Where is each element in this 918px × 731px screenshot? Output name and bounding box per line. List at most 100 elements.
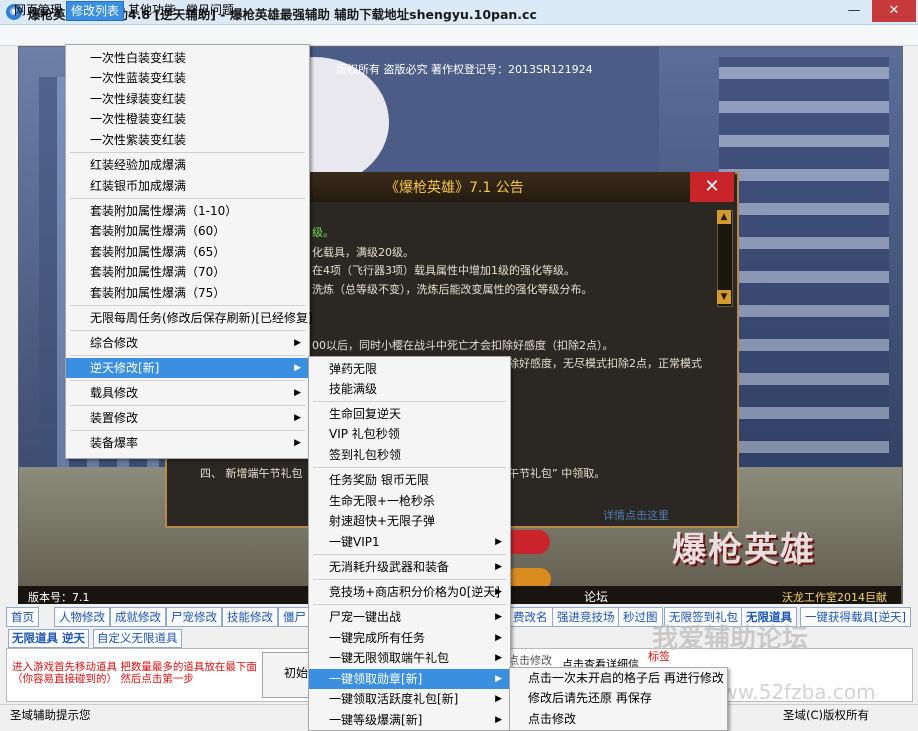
- submenu-upgrade[interactable]: 无消耗升级武器和装备 ▶: [309, 557, 510, 577]
- menu-item[interactable]: 点击修改: [510, 709, 576, 729]
- notice-line: 午节礼包” 中领取。: [508, 467, 606, 480]
- submenu-arrow-icon: ▶: [294, 413, 301, 423]
- studio-credit: 沃龙工作室2014巨献: [782, 591, 887, 604]
- tab-character[interactable]: 人物修改: [54, 607, 110, 627]
- menu-item[interactable]: 套装附加属性爆满（60）: [66, 221, 225, 241]
- submenu-arena-shop[interactable]: 竞技场+商店积分价格为0[逆天] ▶: [309, 582, 510, 602]
- submenu-arrow-icon: ▶: [495, 694, 502, 704]
- menu-item[interactable]: 一次性绿装变红装: [66, 89, 186, 109]
- notice-line: 除好感度，无尽模式扣除2点，正常模式: [508, 357, 702, 370]
- menu-item[interactable]: 生命无限+一枪秒杀: [309, 491, 435, 511]
- tab-rename[interactable]: 费改名: [508, 607, 553, 627]
- submenu-label: 装备爆率: [90, 436, 139, 450]
- submenu-arrow-icon: ▶: [294, 388, 301, 398]
- submenu-label: 竞技场+商店积分价格为0[逆天]: [329, 585, 501, 599]
- menu-item[interactable]: 任务奖励 银币无限: [309, 470, 429, 490]
- scroll-up-icon[interactable]: ▲: [717, 210, 731, 224]
- menu-item[interactable]: 一次性紫装变红装: [66, 130, 186, 150]
- menu-item[interactable]: 生命回复逆天: [309, 404, 401, 424]
- submenu-nitian[interactable]: 逆天修改[新] ▶: [66, 358, 309, 378]
- submenu-arrow-icon: ▶: [495, 612, 502, 622]
- submenu-arrow-icon: ▶: [495, 653, 502, 663]
- menu-item[interactable]: 点击一次未开启的格子后 再进行修改: [510, 668, 724, 688]
- mod-list-menu: 一次性白装变红装 一次性蓝装变红装 一次性绿装变红装 一次性橙装变红装 一次性紫…: [65, 44, 313, 459]
- notice-close-icon[interactable]: ✕: [690, 172, 734, 202]
- close-button[interactable]: ✕: [872, 0, 916, 22]
- tab-home[interactable]: 首页: [6, 607, 39, 627]
- medal-submenu: 点击一次未开启的格子后 再进行修改 修改后请先还原 再保存 点击修改: [509, 667, 728, 731]
- warning-text: 进入游戏首先移动道具 把数量最多的道具放在最下面（你容易直接碰到的） 然后点击第…: [12, 661, 257, 685]
- menu-item[interactable]: VIP 礼包秒领: [309, 424, 400, 444]
- menu-item[interactable]: 无限每周任务(修改后保存刷新)[已经修复]: [66, 308, 313, 328]
- menu-item[interactable]: 一次性橙装变红装: [66, 109, 186, 129]
- submenu-complete-tasks[interactable]: 一键完成所有任务 ▶: [309, 628, 510, 648]
- modify-label: 点击修改: [508, 654, 552, 667]
- minimize-button[interactable]: —: [840, 0, 868, 22]
- menu-item[interactable]: 一次性蓝装变红装: [66, 68, 186, 88]
- submenu-label: 一键领取勋章[新]: [329, 672, 423, 686]
- menu-item[interactable]: 一次性白装变红装: [66, 48, 186, 68]
- submenu-label: 无消耗升级武器和装备: [329, 560, 450, 574]
- menu-item[interactable]: 红装银币加成爆满: [66, 176, 186, 196]
- submenu-activity-gift[interactable]: 一键领取活跃度礼包[新] ▶: [309, 689, 510, 709]
- submenu-device[interactable]: 装置修改 ▶: [66, 408, 309, 428]
- menu-item[interactable]: 套装附加属性爆满（1-10）: [66, 201, 237, 221]
- submenu-level-max[interactable]: 一键等级爆满[新] ▶: [309, 710, 510, 730]
- menu-bar: [0, 25, 918, 46]
- submenu-general[interactable]: 综合修改 ▶: [66, 333, 309, 353]
- menu-item[interactable]: 套装附加属性爆满（65）: [66, 242, 225, 262]
- submenu-arrow-icon: ▶: [495, 587, 502, 597]
- submenu-vehicle[interactable]: 载具修改 ▶: [66, 383, 309, 403]
- game-logo: 爆枪英雄: [672, 530, 816, 570]
- subtab-unlimited-items[interactable]: 无限道具 逆天: [8, 629, 90, 648]
- status-hint: 圣域辅助提示您: [10, 708, 91, 722]
- submenu-drop-rate[interactable]: 装备爆率 ▶: [66, 433, 309, 453]
- submenu-arrow-icon: ▶: [495, 633, 502, 643]
- menu-web-manage[interactable]: 网页管理: [10, 1, 66, 19]
- copyright-text: 版权所有 盗版必究 著作权登记号：2013SR121924: [336, 63, 593, 76]
- tab-get-vehicle[interactable]: 一键获得载具[逆天]: [800, 607, 911, 627]
- notice-line: 在4项（飞行器3项）载具属性中增加1级的强化等级。: [312, 264, 575, 277]
- tab-pet[interactable]: 尸宠修改: [166, 607, 222, 627]
- submenu-arrow-icon: ▶: [495, 537, 502, 547]
- menu-item[interactable]: 套装附加属性爆满（70）: [66, 262, 225, 282]
- forum-link[interactable]: 论坛: [584, 588, 608, 605]
- version-label: 版本号：7.1: [28, 591, 90, 604]
- menu-faq[interactable]: 常见问题: [182, 1, 238, 19]
- submenu-arrow-icon: ▶: [294, 338, 301, 348]
- notice-line: 化载具，满级20级。: [312, 246, 414, 259]
- submenu-label: 逆天修改[新]: [90, 361, 160, 375]
- submenu-arrow-icon: ▶: [294, 363, 301, 373]
- notice-details-link[interactable]: 详情点击这里: [603, 507, 669, 523]
- subtab-custom-items[interactable]: 自定义无限道具: [93, 629, 182, 648]
- submenu-label: 尸宠一键出战: [329, 610, 402, 624]
- nitian-submenu: 弹药无限 技能满级 生命回复逆天 VIP 礼包秒领 签到礼包秒领 任务奖励 银币…: [308, 356, 511, 731]
- submenu-label: 一键领取活跃度礼包[新]: [329, 692, 459, 706]
- menu-item[interactable]: 修改后请先还原 再保存: [510, 688, 652, 708]
- submenu-pet-battle[interactable]: 尸宠一键出战 ▶: [309, 607, 510, 627]
- submenu-dragon-boat-gift[interactable]: 一键无限领取端午礼包 ▶: [309, 648, 510, 668]
- scroll-down-icon[interactable]: ▼: [717, 290, 731, 304]
- notice-title: 《爆枪英雄》7.1 公告: [385, 180, 524, 196]
- submenu-arrow-icon: ▶: [294, 438, 301, 448]
- menu-item[interactable]: 套装附加属性爆满（75）: [66, 283, 225, 303]
- submenu-label: 装置修改: [90, 411, 139, 425]
- menu-item[interactable]: 签到礼包秒领: [309, 445, 401, 465]
- tab-arena[interactable]: 强进竞技场: [552, 607, 620, 627]
- menu-item[interactable]: 技能满级: [309, 379, 377, 399]
- forum-watermark: 我爱辅助论坛: [652, 624, 809, 654]
- tab-achievement[interactable]: 成就修改: [110, 607, 166, 627]
- menu-item[interactable]: 射速超快+无限子弹: [309, 511, 435, 531]
- submenu-label: 一键VIP1: [329, 535, 380, 549]
- menu-mod-list[interactable]: 修改列表: [66, 1, 125, 21]
- submenu-medal[interactable]: 一键领取勋章[新] ▶: [309, 669, 510, 689]
- status-copyright: 圣域(C)版权所有: [783, 708, 870, 722]
- menu-item[interactable]: 红装经验加成爆满: [66, 155, 186, 175]
- submenu-arrow-icon: ▶: [495, 674, 502, 684]
- submenu-vip1[interactable]: 一键VIP1 ▶: [309, 532, 510, 552]
- submenu-label: 综合修改: [90, 336, 139, 350]
- tab-skill[interactable]: 技能修改: [222, 607, 278, 627]
- menu-other-functions[interactable]: 其他功能: [124, 1, 180, 19]
- submenu-label: 一键无限领取端午礼包: [329, 651, 450, 665]
- menu-item[interactable]: 弹药无限: [309, 359, 377, 379]
